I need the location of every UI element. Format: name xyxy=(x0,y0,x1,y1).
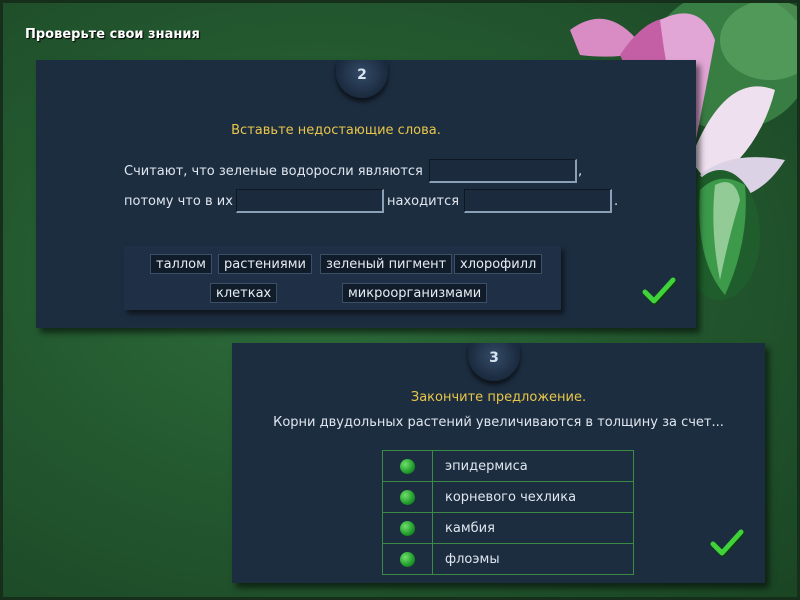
answer-option-row[interactable]: флоэмы xyxy=(382,543,634,575)
task-3-panel: 3 Закончите предложение. Корни двудольны… xyxy=(232,343,765,583)
sentence-line-1-text: Считают, что зеленые водоросли являются xyxy=(124,164,423,179)
word-chip[interactable]: хлорофилл xyxy=(454,254,543,274)
answer-blank-2[interactable] xyxy=(236,189,384,213)
task-2-number-badge: 2 xyxy=(336,60,388,98)
task-2-instruction: Вставьте недостающие слова. xyxy=(231,123,441,138)
answer-blank-3[interactable] xyxy=(464,189,612,213)
task-3-question: Корни двудольных растений увеличиваются … xyxy=(273,415,724,430)
sentence-line-2-middle: находится xyxy=(387,194,460,209)
sentence-line-1-end: , xyxy=(578,164,583,179)
sentence-line-2-start: потому что в их xyxy=(124,194,233,209)
answer-option-label: корневого чехлика xyxy=(432,481,634,513)
word-chip[interactable]: зеленый пигмент xyxy=(320,254,453,274)
radio-dot-icon[interactable] xyxy=(400,551,415,567)
task-3-number-badge: 3 xyxy=(468,343,520,381)
word-chip[interactable]: таллом xyxy=(150,254,212,274)
answer-options-table: эпидермиса корневого чехлика камбия флоэ… xyxy=(382,450,634,575)
answer-option-label: флоэмы xyxy=(432,543,634,575)
check-answer-2-checkmark-icon[interactable] xyxy=(642,276,676,306)
radio-dot-icon[interactable] xyxy=(400,489,415,505)
task-2-panel: 2 Вставьте недостающие слова. Считают, ч… xyxy=(36,60,696,328)
page-title: Проверьте свои знания xyxy=(25,27,200,42)
check-answer-3-checkmark-icon[interactable] xyxy=(710,528,744,558)
answer-option-row[interactable]: эпидермиса xyxy=(382,450,634,482)
answer-option-row[interactable]: корневого чехлика xyxy=(382,481,634,513)
sentence-line-2-end: . xyxy=(614,194,619,209)
word-chip[interactable]: клетках xyxy=(210,283,278,303)
task-3-instruction: Закончите предложение. xyxy=(410,390,587,405)
radio-dot-icon[interactable] xyxy=(400,458,415,474)
word-bank: таллом растениями зеленый пигмент хлороф… xyxy=(124,246,561,310)
answer-blank-1[interactable] xyxy=(429,159,577,183)
radio-dot-icon[interactable] xyxy=(400,520,415,536)
answer-option-label: эпидермиса xyxy=(432,450,634,482)
word-chip[interactable]: растениями xyxy=(218,254,312,274)
answer-option-row[interactable]: камбия xyxy=(382,512,634,544)
answer-option-label: камбия xyxy=(432,512,634,544)
word-chip[interactable]: микроорганизмами xyxy=(342,283,488,303)
